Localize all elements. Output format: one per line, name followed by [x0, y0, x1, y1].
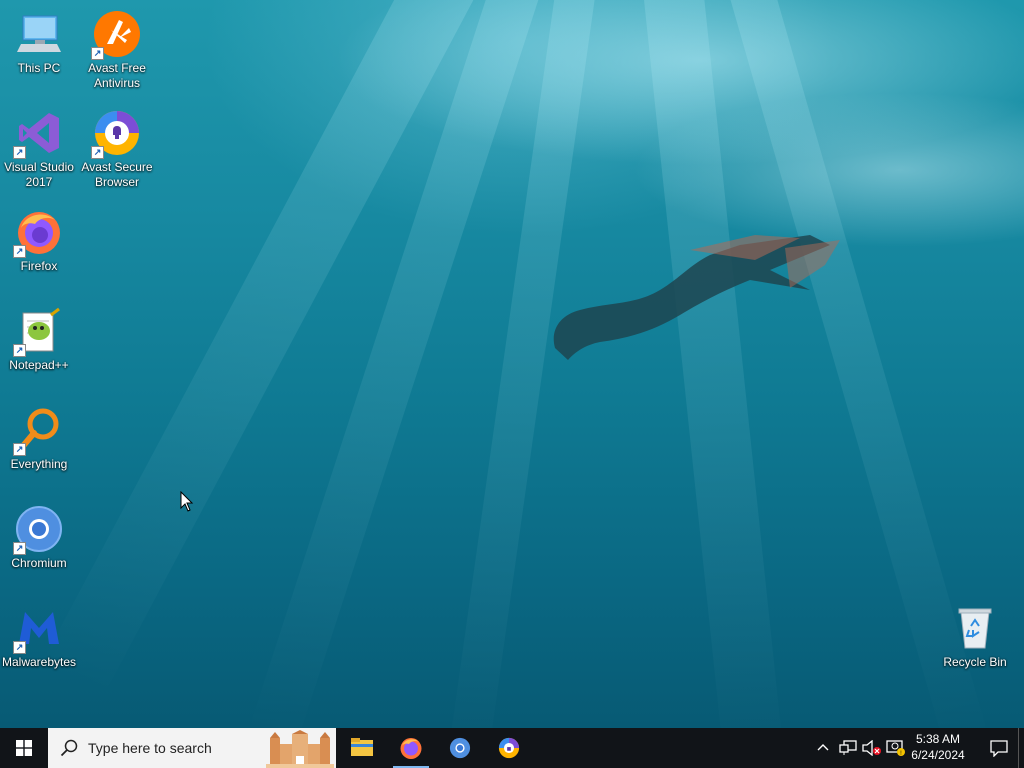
- network-status[interactable]: [836, 728, 858, 768]
- desktop-icon-avast-browser[interactable]: ↗ Avast Secure Browser: [78, 105, 156, 190]
- icon-label: This PC: [17, 61, 61, 75]
- search-icon: [60, 739, 78, 757]
- start-button[interactable]: [0, 728, 48, 768]
- malwarebytes-icon: ↗: [13, 604, 63, 654]
- avast-antivirus-icon: ↗: [91, 10, 141, 60]
- shortcut-arrow-icon: ↗: [13, 146, 26, 159]
- search-highlight-illustration: [266, 730, 334, 768]
- icon-label: Avast Free Antivirus: [88, 61, 146, 90]
- taskbar-avast-browser[interactable]: [485, 728, 533, 768]
- clock-time: 5:38 AM: [915, 732, 961, 746]
- desktop-icon-everything[interactable]: ↗ Everything: [0, 402, 78, 472]
- taskbar-file-explorer[interactable]: [338, 728, 386, 768]
- shortcut-arrow-icon: ↗: [13, 443, 26, 456]
- recycle-bin-icon: [951, 604, 999, 652]
- shortcut-arrow-icon: ↗: [13, 641, 26, 654]
- icon-label: Recycle Bin: [943, 655, 1007, 669]
- file-explorer-icon: [351, 738, 373, 756]
- desktop-icon-visual-studio[interactable]: ↗ Visual Studio 2017: [0, 105, 78, 190]
- icon-label: Firefox: [20, 259, 58, 273]
- shortcut-arrow-icon: ↗: [13, 344, 26, 357]
- this-pc-icon: [15, 10, 63, 58]
- desktop-icon-recycle-bin[interactable]: Recycle Bin: [936, 600, 1014, 670]
- avast-browser-icon: [498, 737, 520, 759]
- icon-label: Visual Studio 2017: [4, 160, 74, 189]
- chevron-up-icon: [817, 744, 829, 751]
- icon-label: Malwarebytes: [2, 655, 77, 669]
- desktop-icon-notepadpp[interactable]: ↗ Notepad++: [0, 303, 78, 373]
- shortcut-arrow-icon: ↗: [91, 146, 104, 159]
- everything-icon: ↗: [13, 406, 63, 456]
- firefox-icon: [400, 738, 422, 759]
- icon-label: Notepad++: [9, 358, 69, 372]
- chromium-icon: ↗: [13, 505, 63, 555]
- mouse-cursor: [180, 491, 194, 512]
- clock-date: 6/24/2024: [911, 748, 965, 762]
- desktop-icon-avast-antivirus[interactable]: ↗ Avast Free Antivirus: [78, 6, 156, 91]
- firefox-icon: ↗: [13, 208, 63, 258]
- icon-label: Avast Secure Browser: [81, 160, 153, 189]
- volume-muted-icon: [862, 740, 881, 756]
- network-icon: [839, 740, 857, 755]
- windows-logo-icon: [16, 740, 32, 756]
- clock[interactable]: 5:38 AM 6/24/2024: [898, 731, 978, 763]
- action-center-button[interactable]: [978, 728, 1016, 768]
- notification-icon: [990, 740, 1008, 757]
- swimmer-image: [553, 235, 840, 360]
- volume-status[interactable]: [860, 728, 882, 768]
- visual-studio-icon: ↗: [13, 109, 63, 159]
- taskbar-search-box[interactable]: Type here to search: [48, 728, 336, 768]
- desktop-icon-this-pc[interactable]: This PC: [0, 6, 78, 76]
- desktop-wallpaper: This PC ↗ Visual Studio 2017 ↗ Firefox ↗…: [0, 0, 1024, 728]
- icon-label: Chromium: [11, 556, 67, 570]
- shortcut-arrow-icon: ↗: [91, 47, 104, 60]
- desktop-icon-malwarebytes[interactable]: ↗ Malwarebytes: [0, 600, 78, 670]
- shortcut-arrow-icon: ↗: [13, 542, 26, 555]
- search-placeholder: Type here to search: [88, 740, 212, 756]
- avast-browser-icon: ↗: [91, 109, 141, 159]
- shortcut-arrow-icon: ↗: [13, 245, 26, 258]
- desktop-icon-firefox[interactable]: ↗ Firefox: [0, 204, 78, 274]
- taskbar-chromium[interactable]: [436, 728, 484, 768]
- tray-overflow-button[interactable]: [812, 728, 834, 768]
- show-desktop-button[interactable]: [1018, 728, 1024, 768]
- icon-label: Everything: [10, 457, 68, 471]
- taskbar: Type here to search ! 5:38 AM 6/24/2024: [0, 728, 1024, 768]
- notepadpp-icon: ↗: [13, 307, 63, 357]
- taskbar-firefox[interactable]: [387, 728, 435, 768]
- desktop-icon-chromium[interactable]: ↗ Chromium: [0, 501, 78, 571]
- chromium-icon: [449, 737, 471, 759]
